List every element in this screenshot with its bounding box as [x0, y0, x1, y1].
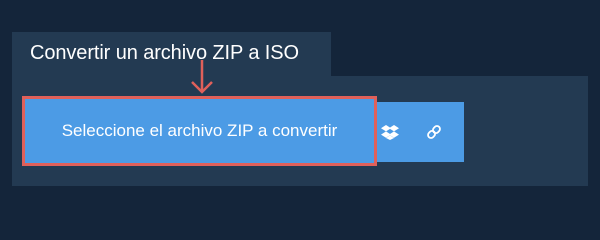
link-icon — [426, 124, 442, 140]
url-link-button[interactable] — [403, 102, 464, 162]
upload-highlight: Seleccione el archivo ZIP a convertir — [22, 96, 377, 166]
dropbox-button[interactable] — [377, 102, 403, 162]
arrow-down-icon — [190, 60, 214, 96]
page-title: Convertir un archivo ZIP a ISO — [30, 42, 299, 64]
select-file-button[interactable]: Seleccione el archivo ZIP a convertir — [25, 99, 374, 163]
converter-tab: Convertir un archivo ZIP a ISO — [12, 32, 331, 76]
dropbox-icon — [381, 124, 399, 140]
